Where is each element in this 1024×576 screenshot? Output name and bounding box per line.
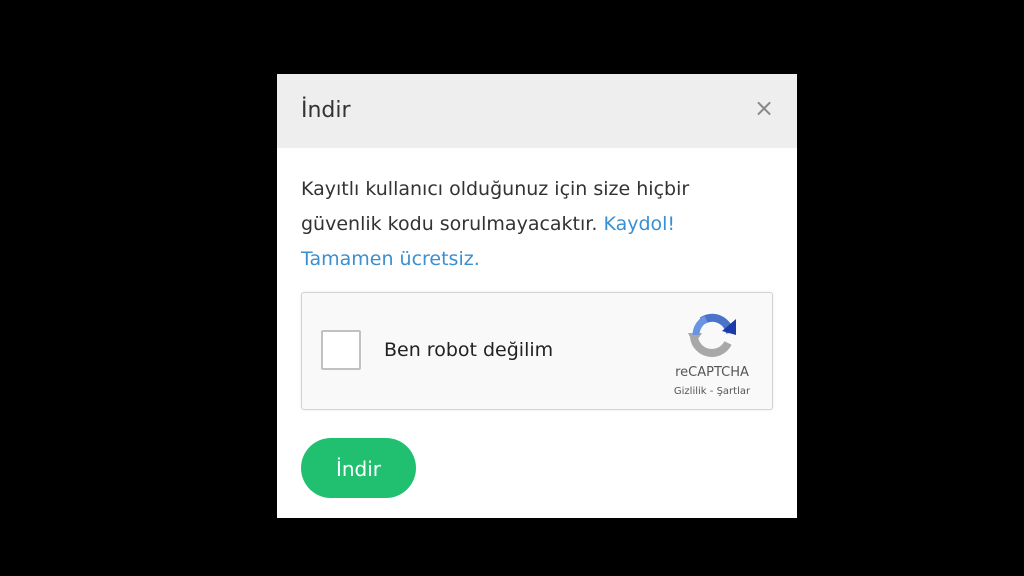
recaptcha-links: Gizlilik - Şartlar — [652, 386, 772, 397]
links-separator: - — [706, 386, 717, 397]
free-link[interactable]: Tamamen ücretsiz. — [301, 248, 480, 270]
download-modal: İndir × Kayıtlı kullanıcı olduğunuz için… — [277, 74, 797, 518]
close-icon[interactable]: × — [753, 94, 775, 122]
terms-link[interactable]: Şartlar — [717, 386, 751, 397]
modal-header: İndir × — [277, 74, 797, 148]
modal-body: Kayıtlı kullanıcı olduğunuz için size hi… — [301, 172, 761, 277]
recaptcha-logo-icon — [688, 313, 736, 357]
register-link[interactable]: Kaydol! — [603, 213, 675, 235]
recaptcha-widget: Ben robot değilim reCAPTCHA Gizlilik - Ş… — [301, 292, 773, 410]
privacy-link[interactable]: Gizlilik — [674, 386, 707, 397]
download-button[interactable]: İndir — [301, 438, 416, 498]
recaptcha-label: Ben robot değilim — [384, 339, 554, 361]
recaptcha-brand: reCAPTCHA — [675, 365, 749, 380]
recaptcha-checkbox[interactable] — [321, 330, 361, 370]
modal-title: İndir — [301, 98, 351, 123]
